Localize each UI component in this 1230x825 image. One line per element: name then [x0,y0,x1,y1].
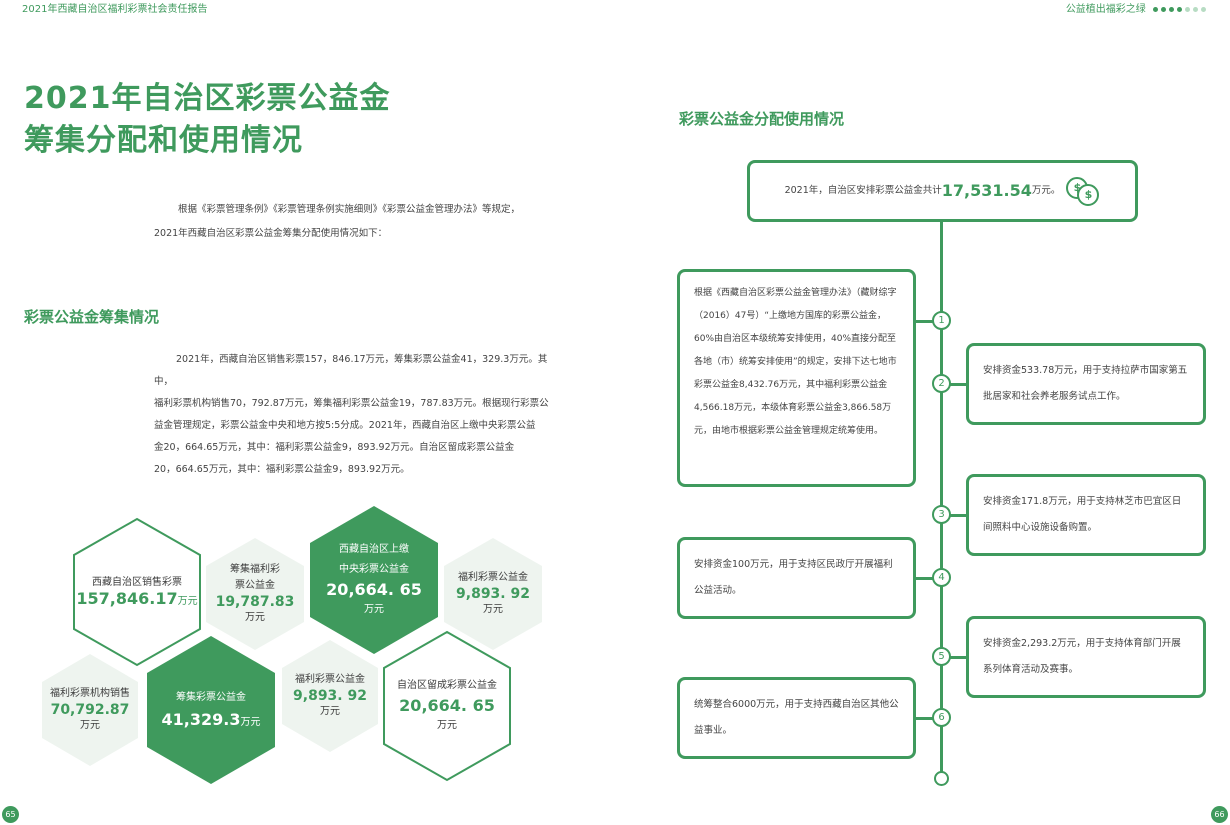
hex-label: 筹集福利彩 [229,564,280,575]
hex-label: 票公益金 [234,580,275,591]
hex-welfare-retained: 福利彩票公益金 9,893. 92 万元 [282,640,378,752]
page-title-line1: 2021年自治区彩票公益金 [24,81,391,116]
step-box-6: 统筹整合6000万元，用于支持西藏自治区其他公益事业。 [677,677,916,759]
hex-value: 157,846.17 [76,588,178,608]
step-number: 1 [932,311,951,330]
hex-label: 福利彩票公益金 [458,572,528,583]
step-box-2: 安排资金533.78万元，用于支持拉萨市国家第五批居家和社会养老服务试点工作。 [966,343,1206,425]
hex-unit: 万元 [244,612,265,623]
step-number: 2 [932,374,951,393]
hex-label: 筹集彩票公益金 [175,691,246,703]
hex-unit: 万元 [320,706,340,717]
page-title: 2021年自治区彩票公益金 筹集分配和使用情况 [24,78,391,162]
hex-value: 20,664. 65 [326,580,422,599]
step-box-5: 安排资金2,293.2万元，用于支持体育部门开展系列体育活动及赛事。 [966,616,1206,698]
hex-unit: 万元 [240,716,261,728]
raising-title: 彩票公益金筹集情况 [24,308,160,326]
raising-line: 2021年，西藏自治区销售彩票157，846.17万元，筹集彩票公益金41，32… [154,354,548,387]
intro-line1: 根据《彩票管理条例》《彩票管理条例实施细则》《彩票公益金管理办法》等规定， [178,204,521,215]
hex-value: 9,893. 92 [456,586,530,602]
hex-total-raised: 筹集彩票公益金 41,329.3万元 [147,636,275,784]
page-title-line2: 筹集分配和使用情况 [24,123,303,158]
hex-unit: 万元 [177,595,198,607]
step-box-1: 根据《西藏自治区彩票公益金管理办法》（藏财综字（2016）47号）“上缴地方国库… [677,269,916,487]
raising-line: 福利彩票机构销售70，792.87万元，筹集福利彩票公益金19，787.83万元… [154,398,549,409]
timeline-line [940,218,943,774]
allocation-total-box: 2021年，自治区安排彩票公益金共计 17,531.54 万元。 $ $ [747,160,1138,222]
hex-unit: 万元 [80,720,100,731]
step-number: 3 [932,505,951,524]
hex-value: 9,893. 92 [293,688,367,704]
allocation-total-value: 17,531.54 [941,181,1032,200]
raising-line: 益金管理规定，彩票公益金中央和地方按5:5分成。2021年，西藏自治区上缴中央彩… [154,420,536,431]
hex-value: 19,787.83 [215,594,295,610]
hex-label: 自治区留成彩票公益金 [397,680,497,691]
header-right: 公益植出福彩之绿 [1066,0,1206,15]
timeline-end-icon [934,771,949,786]
intro-paragraph: 根据《彩票管理条例》《彩票管理条例实施细则》《彩票公益金管理办法》等规定， 20… [154,198,554,246]
raising-line: 20，664.65万元，其中：福利彩票公益金9，893.92万元。 [154,464,410,475]
hex-value: 70,792.87 [50,702,130,718]
step-box-3: 安排资金171.8万元，用于支持林芝市巴宜区日间照料中心设施设备购置。 [966,474,1206,556]
page-number-left: 65 [2,806,19,823]
step-number: 5 [932,647,951,666]
hex-welfare-raised: 筹集福利彩 票公益金 19,787.83 万元 [206,538,304,650]
header-right-label: 公益植出福彩之绿 [1065,4,1146,15]
allocation-title: 彩票公益金分配使用情况 [679,110,845,128]
step-box-4: 安排资金100万元，用于支持区民政厅开展福利公益活动。 [677,537,916,619]
hex-unit: 万元 [364,604,384,615]
header-left: 2021年西藏自治区福利彩票社会责任报告 [22,4,208,15]
raising-line: 金20，664.65万元，其中：福利彩票公益金9，893.92万元。自治区留成彩… [154,442,515,453]
raising-paragraph: 2021年，西藏自治区销售彩票157，846.17万元，筹集彩票公益金41，32… [154,349,554,481]
hex-label: 中央彩票公益金 [339,564,409,575]
allocation-total-suffix: 万元。 [1031,185,1061,196]
hex-region-retained: 自治区留成彩票公益金 20,664. 65 万元 [382,630,512,782]
hex-value: 41,329.3 [161,709,241,729]
hex-welfare-sales: 福利彩票机构销售 70,792.87 万元 [42,654,138,766]
hex-label: 福利彩票机构销售 [50,688,130,699]
page-number-right: 66 [1211,806,1228,823]
coins-icon: $ $ [1066,177,1100,206]
allocation-total-prefix: 2021年，自治区安排彩票公益金共计 [784,185,942,196]
step-number: 6 [932,708,951,727]
step-number: 4 [932,568,951,587]
hex-label: 西藏自治区上缴 [339,544,409,555]
hex-label: 福利彩票公益金 [295,674,365,685]
progress-dots-icon [1153,6,1206,12]
intro-line2: 2021年西藏自治区彩票公益金筹集分配使用情况如下： [154,228,388,239]
coin-symbol: $ [1077,184,1100,206]
hex-unit: 万元 [437,720,457,731]
hex-unit: 万元 [483,604,503,615]
hex-value: 20,664. 65 [399,696,495,715]
